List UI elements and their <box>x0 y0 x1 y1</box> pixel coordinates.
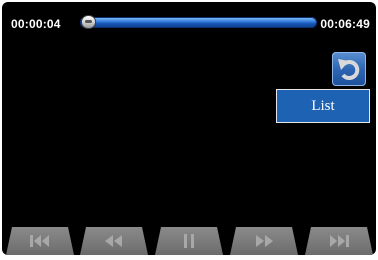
skip-next-icon <box>330 235 349 247</box>
seek-handle[interactable] <box>82 16 95 28</box>
video-player-screen: 00:00:04 00:06:49 List <box>2 2 376 255</box>
elapsed-time: 00:00:04 <box>11 17 61 31</box>
list-button[interactable]: List <box>276 89 370 123</box>
skip-next-button[interactable] <box>305 227 373 255</box>
fast-forward-button[interactable] <box>230 227 298 255</box>
playback-controls <box>2 227 376 255</box>
skip-previous-button[interactable] <box>6 227 74 255</box>
rewind-icon <box>105 235 122 247</box>
pause-icon <box>184 234 194 248</box>
back-button[interactable] <box>332 52 366 86</box>
pause-button[interactable] <box>155 227 223 255</box>
seek-bar[interactable] <box>80 16 317 28</box>
total-time: 00:06:49 <box>320 17 370 31</box>
skip-previous-icon <box>30 235 49 247</box>
fast-forward-icon <box>256 235 273 247</box>
rewind-button[interactable] <box>80 227 148 255</box>
